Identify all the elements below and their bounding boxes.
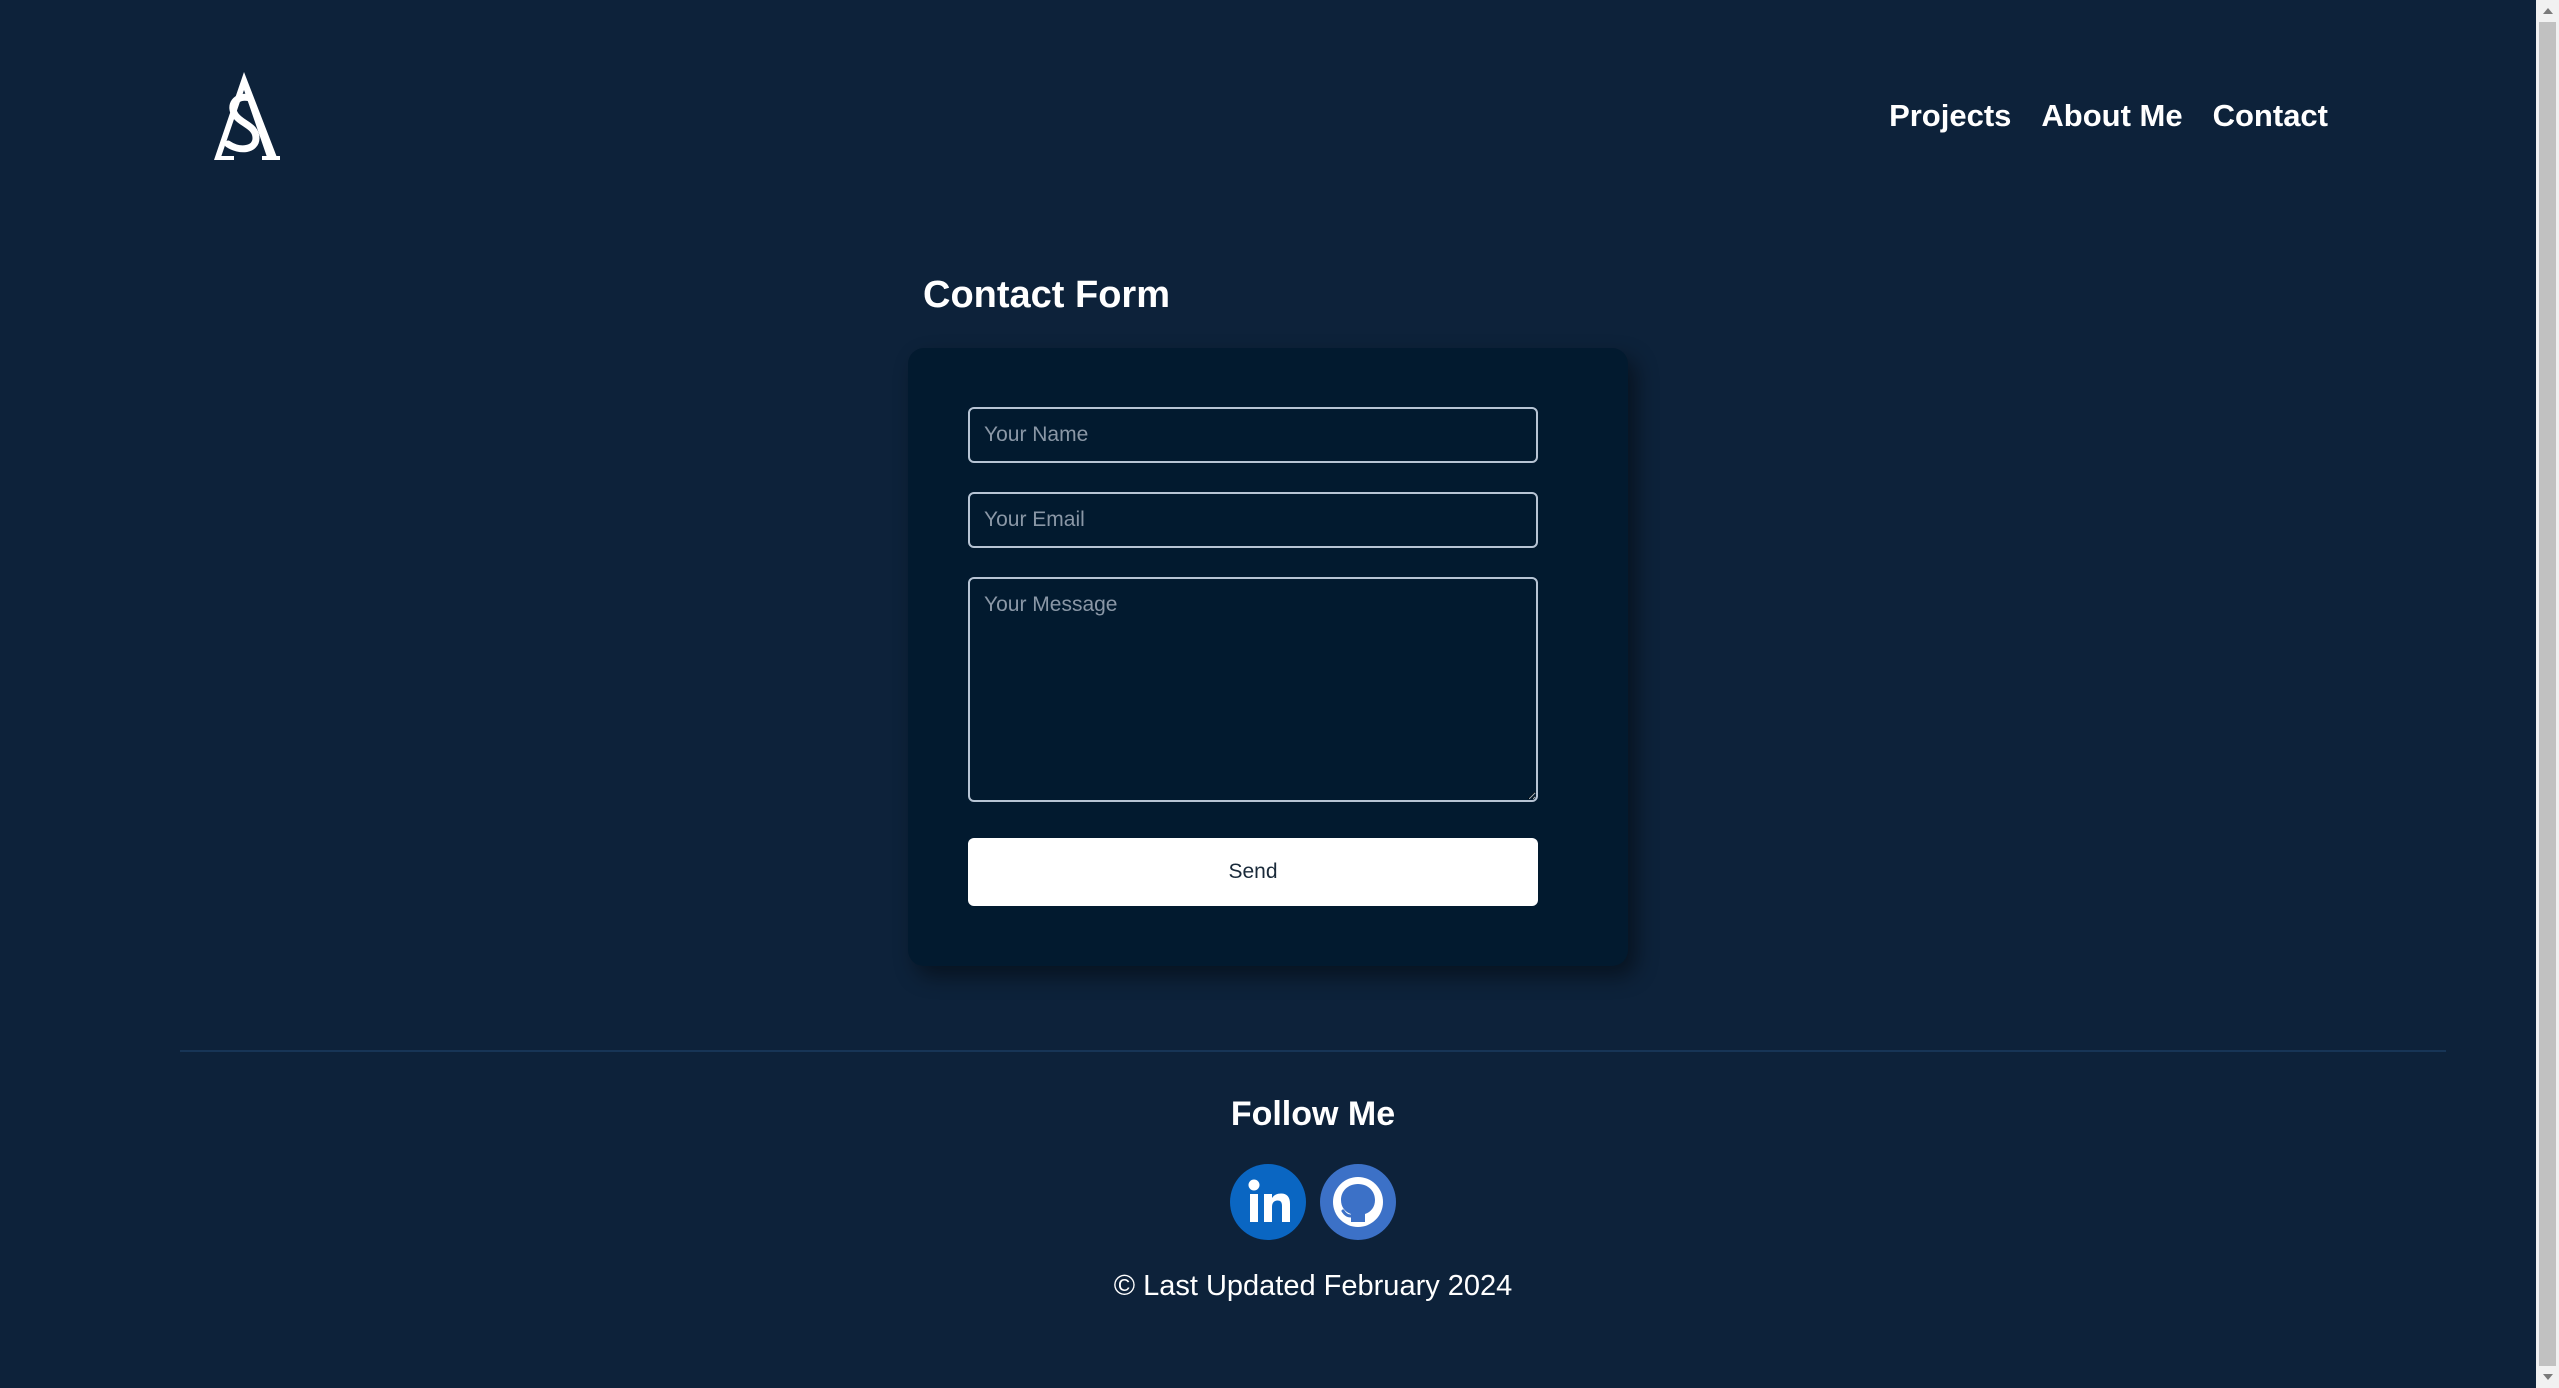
nav-projects[interactable]: Projects <box>1889 96 2011 136</box>
contact-form-title: Contact Form <box>923 274 1170 316</box>
social-links <box>1230 1164 1396 1240</box>
linkedin-glyph <box>1248 1179 1290 1222</box>
scroll-up-arrow-icon[interactable] <box>2536 0 2559 22</box>
github-glyph <box>1333 1177 1383 1227</box>
nav-about-me[interactable]: About Me <box>2041 96 2182 136</box>
scroll-down-arrow-icon[interactable] <box>2536 1366 2559 1388</box>
contact-form-card: Send <box>908 348 1628 966</box>
send-button[interactable]: Send <box>968 838 1538 906</box>
copyright-text: © Last Updated February 2024 <box>1113 1270 1513 1302</box>
message-textarea[interactable] <box>968 577 1538 802</box>
linkedin-icon[interactable] <box>1230 1164 1306 1240</box>
github-icon[interactable] <box>1320 1164 1396 1240</box>
vertical-scrollbar[interactable] <box>2536 0 2559 1388</box>
page: Projects About Me Contact Contact Form S… <box>0 0 2536 1388</box>
scrollbar-thumb[interactable] <box>2539 22 2556 1366</box>
footer-divider <box>180 1050 2446 1052</box>
follow-me-title: Follow Me <box>1230 1095 1396 1133</box>
logo-icon[interactable] <box>206 70 282 162</box>
main-nav: Projects About Me Contact <box>1889 96 2328 136</box>
name-input[interactable] <box>968 407 1538 463</box>
nav-contact[interactable]: Contact <box>2213 96 2328 136</box>
email-input[interactable] <box>968 492 1538 548</box>
